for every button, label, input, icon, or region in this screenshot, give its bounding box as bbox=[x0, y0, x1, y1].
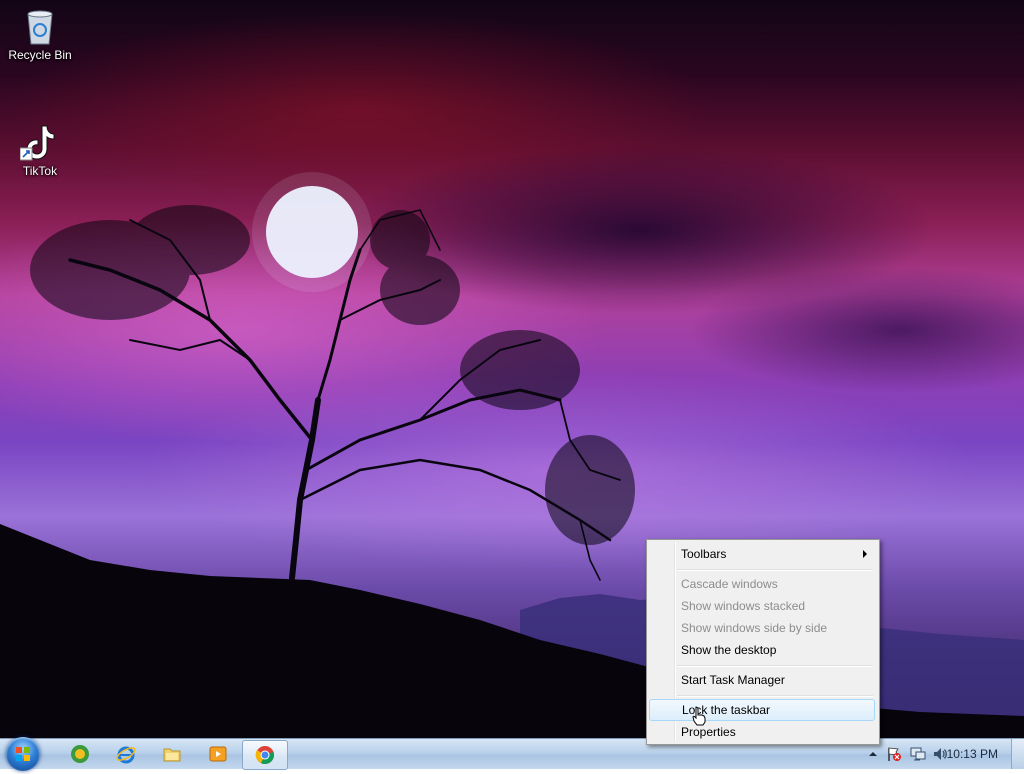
menu-item-label: Start Task Manager bbox=[681, 673, 785, 687]
taskbar-media-player-button[interactable] bbox=[198, 740, 238, 768]
taskbar-chrome-button[interactable] bbox=[242, 740, 288, 770]
action-center-flag-icon[interactable] bbox=[886, 746, 902, 762]
menu-item-show-the-desktop[interactable]: Show the desktop bbox=[649, 639, 875, 661]
menu-item-show-windows-stacked: Show windows stacked bbox=[649, 595, 875, 617]
menu-item-properties[interactable]: Properties bbox=[649, 721, 875, 743]
menu-item-label: Toolbars bbox=[681, 547, 727, 561]
tiktok-label: TikTok bbox=[22, 164, 58, 178]
recycle-bin-shortcut[interactable]: Recycle Bin bbox=[4, 6, 76, 62]
recycle-bin-icon bbox=[20, 6, 60, 46]
menu-item-label: Show the desktop bbox=[681, 643, 777, 657]
show-hidden-icons-chevron[interactable] bbox=[869, 750, 877, 758]
menu-separator bbox=[677, 665, 873, 667]
network-icon[interactable] bbox=[910, 746, 926, 762]
menu-item-cascade-windows: Cascade windows bbox=[649, 573, 875, 595]
menu-item-start-task-manager[interactable]: Start Task Manager bbox=[649, 669, 875, 691]
taskbar-internet-explorer-button[interactable] bbox=[106, 740, 146, 768]
media-player-icon bbox=[209, 746, 227, 762]
show-desktop-button[interactable] bbox=[1011, 739, 1024, 769]
taskbar-media-center-button[interactable] bbox=[60, 740, 100, 768]
menu-item-lock-the-taskbar[interactable]: Lock the taskbar bbox=[649, 699, 875, 721]
hand-cursor-icon bbox=[692, 706, 706, 726]
windows-media-center-icon bbox=[71, 745, 89, 763]
taskbar-file-explorer-button[interactable] bbox=[152, 740, 192, 768]
recycle-bin-label: Recycle Bin bbox=[8, 48, 72, 62]
tiktok-shortcut[interactable]: TikTok bbox=[4, 122, 76, 178]
menu-item-label: Show windows stacked bbox=[681, 599, 806, 613]
chrome-icon bbox=[255, 746, 274, 764]
tiktok-icon bbox=[19, 122, 60, 162]
menu-item-label: Properties bbox=[681, 725, 736, 739]
start-button[interactable] bbox=[6, 737, 40, 771]
volume-icon[interactable] bbox=[932, 746, 948, 762]
taskbar-context-menu: Toolbars Cascade windows Show windows st… bbox=[646, 539, 880, 745]
internet-explorer-icon bbox=[116, 746, 136, 764]
windows-logo-icon bbox=[16, 747, 30, 761]
file-explorer-icon bbox=[163, 748, 181, 762]
submenu-arrow-icon bbox=[863, 550, 867, 558]
menu-item-toolbars[interactable]: Toolbars bbox=[649, 543, 875, 565]
menu-separator bbox=[677, 695, 873, 697]
clock[interactable]: 10:13 PM bbox=[947, 747, 998, 761]
menu-item-label: Cascade windows bbox=[681, 577, 778, 591]
menu-item-show-windows-side-by-side: Show windows side by side bbox=[649, 617, 875, 639]
menu-item-label: Show windows side by side bbox=[681, 621, 828, 635]
menu-separator bbox=[677, 569, 873, 571]
